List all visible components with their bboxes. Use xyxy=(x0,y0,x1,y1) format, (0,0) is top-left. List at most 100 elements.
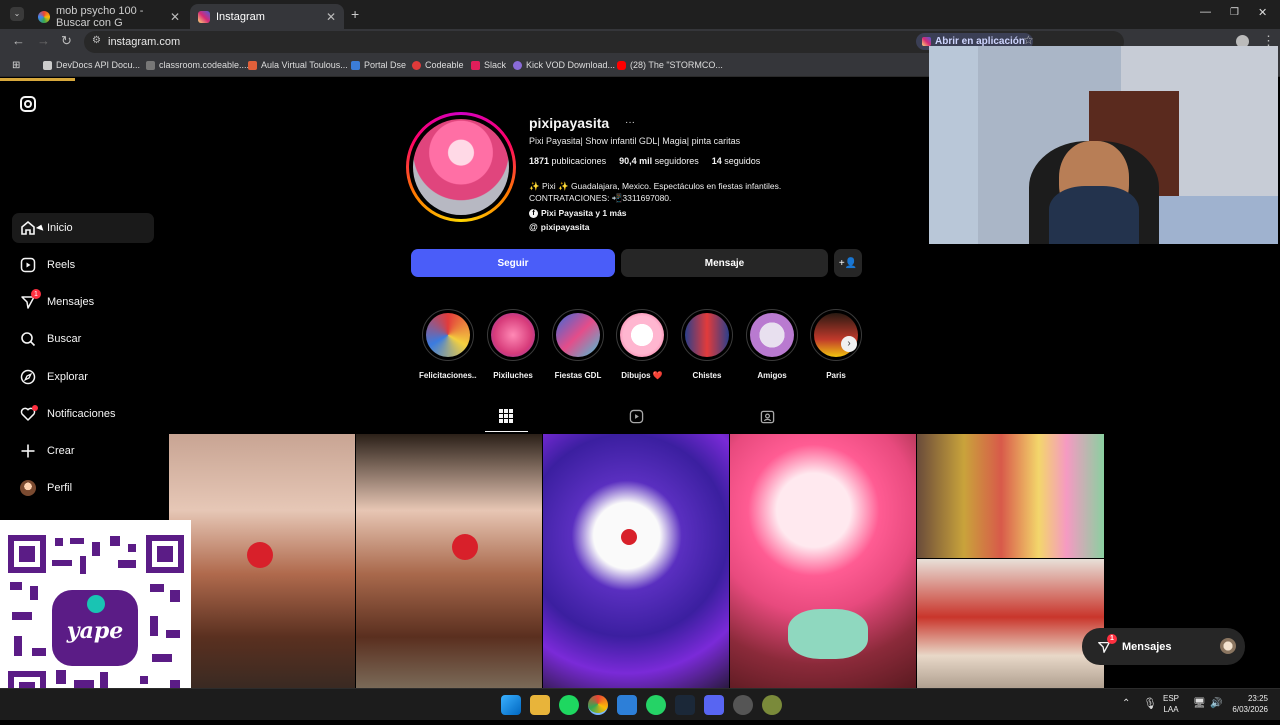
forward-icon[interactable]: → xyxy=(37,33,50,48)
close-tab-icon[interactable]: ✕ xyxy=(326,10,336,24)
messages-floating-button[interactable]: 1 Mensajes xyxy=(1082,628,1245,665)
bookmark-item[interactable]: Portal Dse xyxy=(351,60,406,70)
sidebar-item-buscar[interactable]: Buscar xyxy=(12,324,154,354)
restore-icon[interactable]: ❐ xyxy=(1230,7,1239,18)
post-thumbnail[interactable] xyxy=(543,434,729,688)
highlight-label: Paris xyxy=(826,371,846,380)
close-window-icon[interactable]: ✕ xyxy=(1258,6,1267,19)
post-thumbnail[interactable] xyxy=(917,559,1104,688)
post-thumbnail[interactable] xyxy=(356,434,542,688)
tab-title: mob psycho 100 - Buscar con G xyxy=(56,4,144,29)
profile-avatar[interactable] xyxy=(406,112,516,222)
tab-google-search[interactable]: mob psycho 100 - Buscar con G ✕ xyxy=(30,4,188,29)
reels-icon xyxy=(20,257,36,273)
highlight-item[interactable]: Felicitaciones... xyxy=(419,309,477,380)
network-icon[interactable]: 🖥 xyxy=(1193,698,1206,709)
bookmark-favicon-icon xyxy=(412,60,421,70)
language-indicator[interactable]: ESP LAA xyxy=(1163,693,1179,715)
bookmark-star-icon[interactable]: ☆ xyxy=(1023,33,1034,47)
followers-count[interactable]: 90,4 mil xyxy=(619,156,652,166)
whatsapp-icon[interactable] xyxy=(646,695,666,715)
sidebar-item-notificaciones[interactable]: Notificaciones xyxy=(12,399,154,429)
bookmark-item[interactable]: Codeable xyxy=(412,60,464,70)
profile-full-name: Pixi Payasita| Show infantil GDL| Magia|… xyxy=(529,136,741,146)
highlight-label: Pixiluches xyxy=(493,371,533,380)
sidebar-item-reels[interactable]: Reels xyxy=(12,250,154,280)
sidebar-item-crear[interactable]: Crear xyxy=(12,436,154,466)
bookmark-item[interactable]: (28) The "STORMCO... xyxy=(617,60,723,70)
more-options-icon[interactable]: ··· xyxy=(625,117,635,128)
sidebar-item-label: Mensajes xyxy=(47,296,95,308)
follow-button[interactable]: Seguir xyxy=(411,249,615,277)
bookmark-item[interactable]: Kick VOD Download... xyxy=(513,60,615,70)
bio-line-2: CONTRATACIONES: 📲3311697080. xyxy=(529,193,672,203)
highlight-item[interactable]: Fiestas GDL xyxy=(549,309,607,380)
sidebar-item-inicio[interactable]: Inicio xyxy=(12,213,154,243)
instagram-icon xyxy=(922,37,931,46)
person-shirt xyxy=(1049,186,1139,244)
following-label[interactable]: seguidos xyxy=(724,156,760,166)
reels-tab[interactable] xyxy=(629,409,645,425)
instagram-logo-icon[interactable] xyxy=(20,96,36,112)
post-thumbnail[interactable] xyxy=(730,434,916,688)
sidebar-item-perfil[interactable]: Perfil xyxy=(12,473,154,503)
clock-date: 6/03/2026 xyxy=(1232,705,1268,714)
highlight-item[interactable]: Amigos xyxy=(743,309,801,380)
steam-icon[interactable] xyxy=(675,695,695,715)
highlight-label: Chistes xyxy=(692,371,722,380)
suggested-users-button[interactable]: +👤 xyxy=(834,249,862,277)
start-icon[interactable] xyxy=(501,695,521,715)
post-thumbnail[interactable] xyxy=(169,434,355,688)
followers-label[interactable]: seguidores xyxy=(655,156,699,166)
file-explorer-icon[interactable] xyxy=(530,695,550,715)
bookmark-favicon-icon xyxy=(351,60,360,70)
highlight-item[interactable]: Pixiluches xyxy=(484,309,542,380)
posts-grid-tab[interactable] xyxy=(499,409,515,425)
highlight-item[interactable]: Dibujos ❤️ xyxy=(613,309,671,380)
threads-link-label: pixipayasita xyxy=(540,222,590,232)
clock[interactable]: 23:25 6/03/2026 xyxy=(1228,693,1268,715)
app-icon[interactable] xyxy=(733,695,753,715)
site-info-icon[interactable]: ⚙ xyxy=(92,35,101,46)
new-tab-button[interactable]: + xyxy=(351,6,359,22)
active-tab-indicator xyxy=(485,431,528,432)
message-button[interactable]: Mensaje xyxy=(621,249,828,277)
highlights-next-button[interactable]: › xyxy=(841,336,857,352)
reload-icon[interactable]: ↻ xyxy=(61,33,72,49)
tab-instagram[interactable]: Instagram ✕ xyxy=(190,4,344,29)
bookmark-item[interactable]: DevDocs API Docu... xyxy=(43,60,140,70)
microphone-icon[interactable]: 🎙 xyxy=(1143,697,1157,710)
spotify-icon[interactable] xyxy=(559,695,579,715)
bookmark-item[interactable]: Aula Virtual Toulous... xyxy=(248,60,348,70)
tray-expand-icon[interactable]: ⌃ xyxy=(1122,698,1130,709)
close-tab-icon[interactable]: ✕ xyxy=(170,10,180,24)
bookmark-item[interactable]: Slack xyxy=(471,60,506,70)
apps-grid-icon[interactable]: ⊞ xyxy=(12,60,20,71)
compass-icon xyxy=(20,369,36,385)
discord-icon[interactable] xyxy=(704,695,724,715)
highlight-item[interactable]: Chistes xyxy=(678,309,736,380)
post-thumbnail[interactable] xyxy=(917,434,1104,558)
chrome-icon[interactable] xyxy=(588,695,608,715)
bookmark-label: classroom.codeable.... xyxy=(159,60,250,70)
threads-link[interactable]: @ pixipayasita xyxy=(529,222,589,232)
tab-search-button[interactable]: ⌄ xyxy=(10,7,24,21)
photos-icon[interactable] xyxy=(617,695,637,715)
sidebar-item-explorar[interactable]: Explorar xyxy=(12,362,154,392)
minimize-icon[interactable]: — xyxy=(1200,6,1211,18)
avatar xyxy=(20,480,36,496)
following-count[interactable]: 14 xyxy=(712,156,722,166)
highlight-cover xyxy=(620,313,664,357)
sidebar-item-mensajes[interactable]: 1 Mensajes xyxy=(12,287,154,317)
bookmark-label: Codeable xyxy=(425,60,464,70)
bookmark-item[interactable]: classroom.codeable.... xyxy=(146,60,249,70)
bookmark-label: Aula Virtual Toulous... xyxy=(261,60,348,70)
app-icon[interactable] xyxy=(762,695,782,715)
search-icon xyxy=(20,331,36,347)
bookmark-label: Slack xyxy=(484,60,507,70)
volume-icon[interactable]: 🔊 xyxy=(1210,698,1222,709)
facebook-icon: f xyxy=(529,208,538,218)
back-icon[interactable]: ← xyxy=(12,33,25,48)
tagged-tab[interactable] xyxy=(760,409,776,425)
facebook-link[interactable]: f Pixi Payasita y 1 más xyxy=(529,208,627,218)
